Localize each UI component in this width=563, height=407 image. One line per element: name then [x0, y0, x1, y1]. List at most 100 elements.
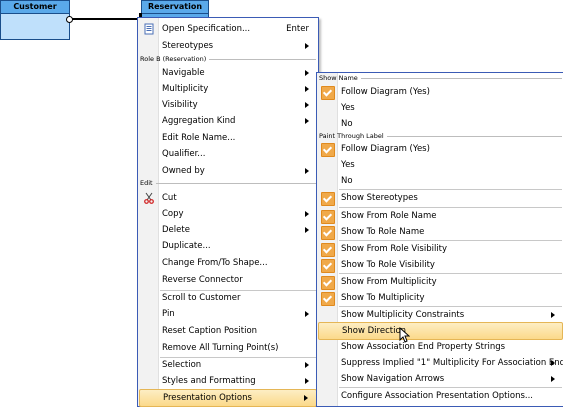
- menu-item-label: Reset Caption Position: [162, 326, 258, 336]
- submenu-arrow-icon: [551, 312, 555, 318]
- connector-end-dot: [66, 16, 73, 23]
- menu-item-show-from-role-visibility[interactable]: Show From Role Visibility: [318, 241, 563, 257]
- presentation-options-submenu: Show Name Follow Diagram (Yes) Yes No Pa…: [316, 72, 563, 407]
- section-role-b: Role B (Reservation): [140, 55, 316, 64]
- submenu-arrow-icon: [305, 227, 309, 233]
- menu-item-reverse-connector[interactable]: Reverse Connector: [139, 272, 317, 288]
- menu-item-label: Show Navigation Arrows: [341, 374, 445, 384]
- menu-item-label: Stereotypes: [162, 41, 214, 51]
- specification-icon: [144, 23, 154, 35]
- menu-item-visibility[interactable]: Visibility: [139, 97, 317, 113]
- menu-item-label: Reverse Connector: [162, 275, 243, 285]
- menu-item-show-name-yes[interactable]: Yes: [318, 100, 563, 116]
- checkmark-icon: [321, 259, 335, 273]
- menu-item-styles-and-formatting[interactable]: Styles and Formatting: [139, 373, 317, 389]
- menu-item-presentation-options[interactable]: Presentation Options: [139, 389, 317, 407]
- scissors-icon: [144, 192, 154, 204]
- menu-item-reset-caption-position[interactable]: Reset Caption Position: [139, 323, 317, 339]
- menu-item-label: Cut: [162, 193, 177, 203]
- menu-item-open-specification[interactable]: Open Specification... Enter: [139, 21, 317, 37]
- menu-item-label: Follow Diagram (Yes): [341, 144, 430, 154]
- checkmark-icon: [321, 276, 335, 290]
- menu-item-owned-by[interactable]: Owned by: [139, 163, 317, 179]
- menu-item-selection[interactable]: Selection: [139, 357, 317, 373]
- menu-item-show-name-no[interactable]: No: [318, 116, 563, 132]
- menu-item-label: Remove All Turning Point(s): [162, 343, 279, 353]
- menu-item-paint-yes[interactable]: Yes: [318, 157, 563, 173]
- menu-item-show-association-end-property-strings[interactable]: Show Association End Property Strings: [318, 339, 563, 355]
- menu-item-show-to-role-visibility[interactable]: Show To Role Visibility: [318, 257, 563, 273]
- menu-item-edit-role-name[interactable]: Edit Role Name...: [139, 130, 317, 146]
- menu-item-aggregation-kind[interactable]: Aggregation Kind: [139, 113, 317, 129]
- menu-item-label: Show To Role Visibility: [341, 260, 435, 270]
- class-customer-name: Customer: [1, 1, 69, 14]
- menu-item-label: Change From/To Shape...: [162, 258, 268, 268]
- menu-item-pin[interactable]: Pin: [139, 306, 317, 322]
- menu-item-scroll-to-customer[interactable]: Scroll to Customer: [139, 290, 317, 306]
- menu-item-label: Delete: [162, 225, 190, 235]
- menu-item-label: Visibility: [162, 100, 198, 110]
- menu-item-paint-no[interactable]: No: [318, 173, 563, 189]
- submenu-arrow-icon: [305, 86, 309, 92]
- checkmark-icon: [321, 143, 335, 157]
- menu-item-navigable[interactable]: Navigable: [139, 65, 317, 81]
- mouse-pointer-icon: [399, 327, 410, 343]
- submenu-arrow-icon: [305, 70, 309, 76]
- menu-item-show-name-follow-diagram[interactable]: Follow Diagram (Yes): [318, 84, 563, 100]
- menu-item-stereotypes[interactable]: Stereotypes: [139, 38, 317, 54]
- menu-item-delete[interactable]: Delete: [139, 222, 317, 238]
- class-customer-body: [1, 14, 69, 39]
- context-menu: Open Specification... Enter Stereotypes …: [137, 17, 319, 407]
- menu-item-label: Selection: [162, 360, 202, 370]
- submenu-arrow-icon: [305, 311, 309, 317]
- menu-item-label: Aggregation Kind: [162, 116, 236, 126]
- menu-item-label: Show Direction: [342, 326, 407, 336]
- menu-item-label: Show From Role Name: [341, 211, 437, 221]
- menu-item-label: Show Stereotypes: [341, 193, 418, 203]
- menu-item-label: No: [341, 119, 353, 129]
- menu-item-label: No: [341, 176, 353, 186]
- menu-item-label: Show From Multiplicity: [341, 277, 437, 287]
- submenu-arrow-icon: [305, 102, 309, 108]
- menu-item-cut[interactable]: Cut: [139, 190, 317, 206]
- menu-item-show-stereotypes[interactable]: Show Stereotypes: [318, 190, 563, 206]
- menu-item-label: Presentation Options: [163, 393, 252, 403]
- menu-item-change-from-to-shape[interactable]: Change From/To Shape...: [139, 255, 317, 271]
- menu-item-show-from-multiplicity[interactable]: Show From Multiplicity: [318, 274, 563, 290]
- menu-item-show-navigation-arrows[interactable]: Show Navigation Arrows: [318, 371, 563, 387]
- menu-item-label: Suppress Implied "1" Multiplicity For As…: [341, 358, 563, 368]
- class-reservation[interactable]: Reservation: [141, 0, 209, 18]
- section-show-name: Show Name: [319, 74, 562, 83]
- menu-item-label: Scroll to Customer: [162, 293, 241, 303]
- menu-item-show-from-role-name[interactable]: Show From Role Name: [318, 208, 563, 224]
- menu-item-label: Copy: [162, 209, 184, 219]
- class-customer[interactable]: Customer: [0, 0, 70, 40]
- submenu-arrow-icon: [305, 168, 309, 174]
- menu-item-duplicate[interactable]: Duplicate...: [139, 238, 317, 254]
- submenu-arrow-icon: [305, 211, 309, 217]
- checkmark-icon: [321, 292, 335, 306]
- menu-item-label: Show From Role Visibility: [341, 244, 448, 254]
- menu-item-label: Show To Multiplicity: [341, 293, 425, 303]
- menu-item-qualifier[interactable]: Qualifier...: [139, 146, 317, 162]
- menu-item-show-multiplicity-constraints[interactable]: Show Multiplicity Constraints: [318, 307, 563, 323]
- checkmark-icon: [321, 210, 335, 224]
- checkmark-icon: [321, 86, 335, 100]
- menu-item-remove-turning-points[interactable]: Remove All Turning Point(s): [139, 340, 317, 356]
- menu-item-label: Show Association End Property Strings: [341, 342, 506, 352]
- menu-item-multiplicity[interactable]: Multiplicity: [139, 81, 317, 97]
- menu-item-configure-association-presentation-options[interactable]: Configure Association Presentation Optio…: [318, 388, 563, 404]
- menu-item-show-to-multiplicity[interactable]: Show To Multiplicity: [318, 290, 563, 306]
- menu-item-label: Edit Role Name...: [162, 133, 236, 143]
- menu-item-copy[interactable]: Copy: [139, 206, 317, 222]
- menu-item-label: Duplicate...: [162, 241, 211, 251]
- menu-item-show-direction[interactable]: Show Direction: [318, 322, 563, 340]
- menu-item-suppress-implied-multiplicity[interactable]: Suppress Implied "1" Multiplicity For As…: [318, 355, 563, 371]
- menu-item-label: Show Multiplicity Constraints: [341, 310, 465, 320]
- menu-item-show-to-role-name[interactable]: Show To Role Name: [318, 224, 563, 240]
- association-connector[interactable]: [68, 18, 141, 20]
- menu-item-paint-follow-diagram[interactable]: Follow Diagram (Yes): [318, 141, 563, 157]
- menu-item-label: Multiplicity: [162, 84, 209, 94]
- menu-item-label: Styles and Formatting: [162, 376, 256, 386]
- menu-item-label: Show To Role Name: [341, 227, 425, 237]
